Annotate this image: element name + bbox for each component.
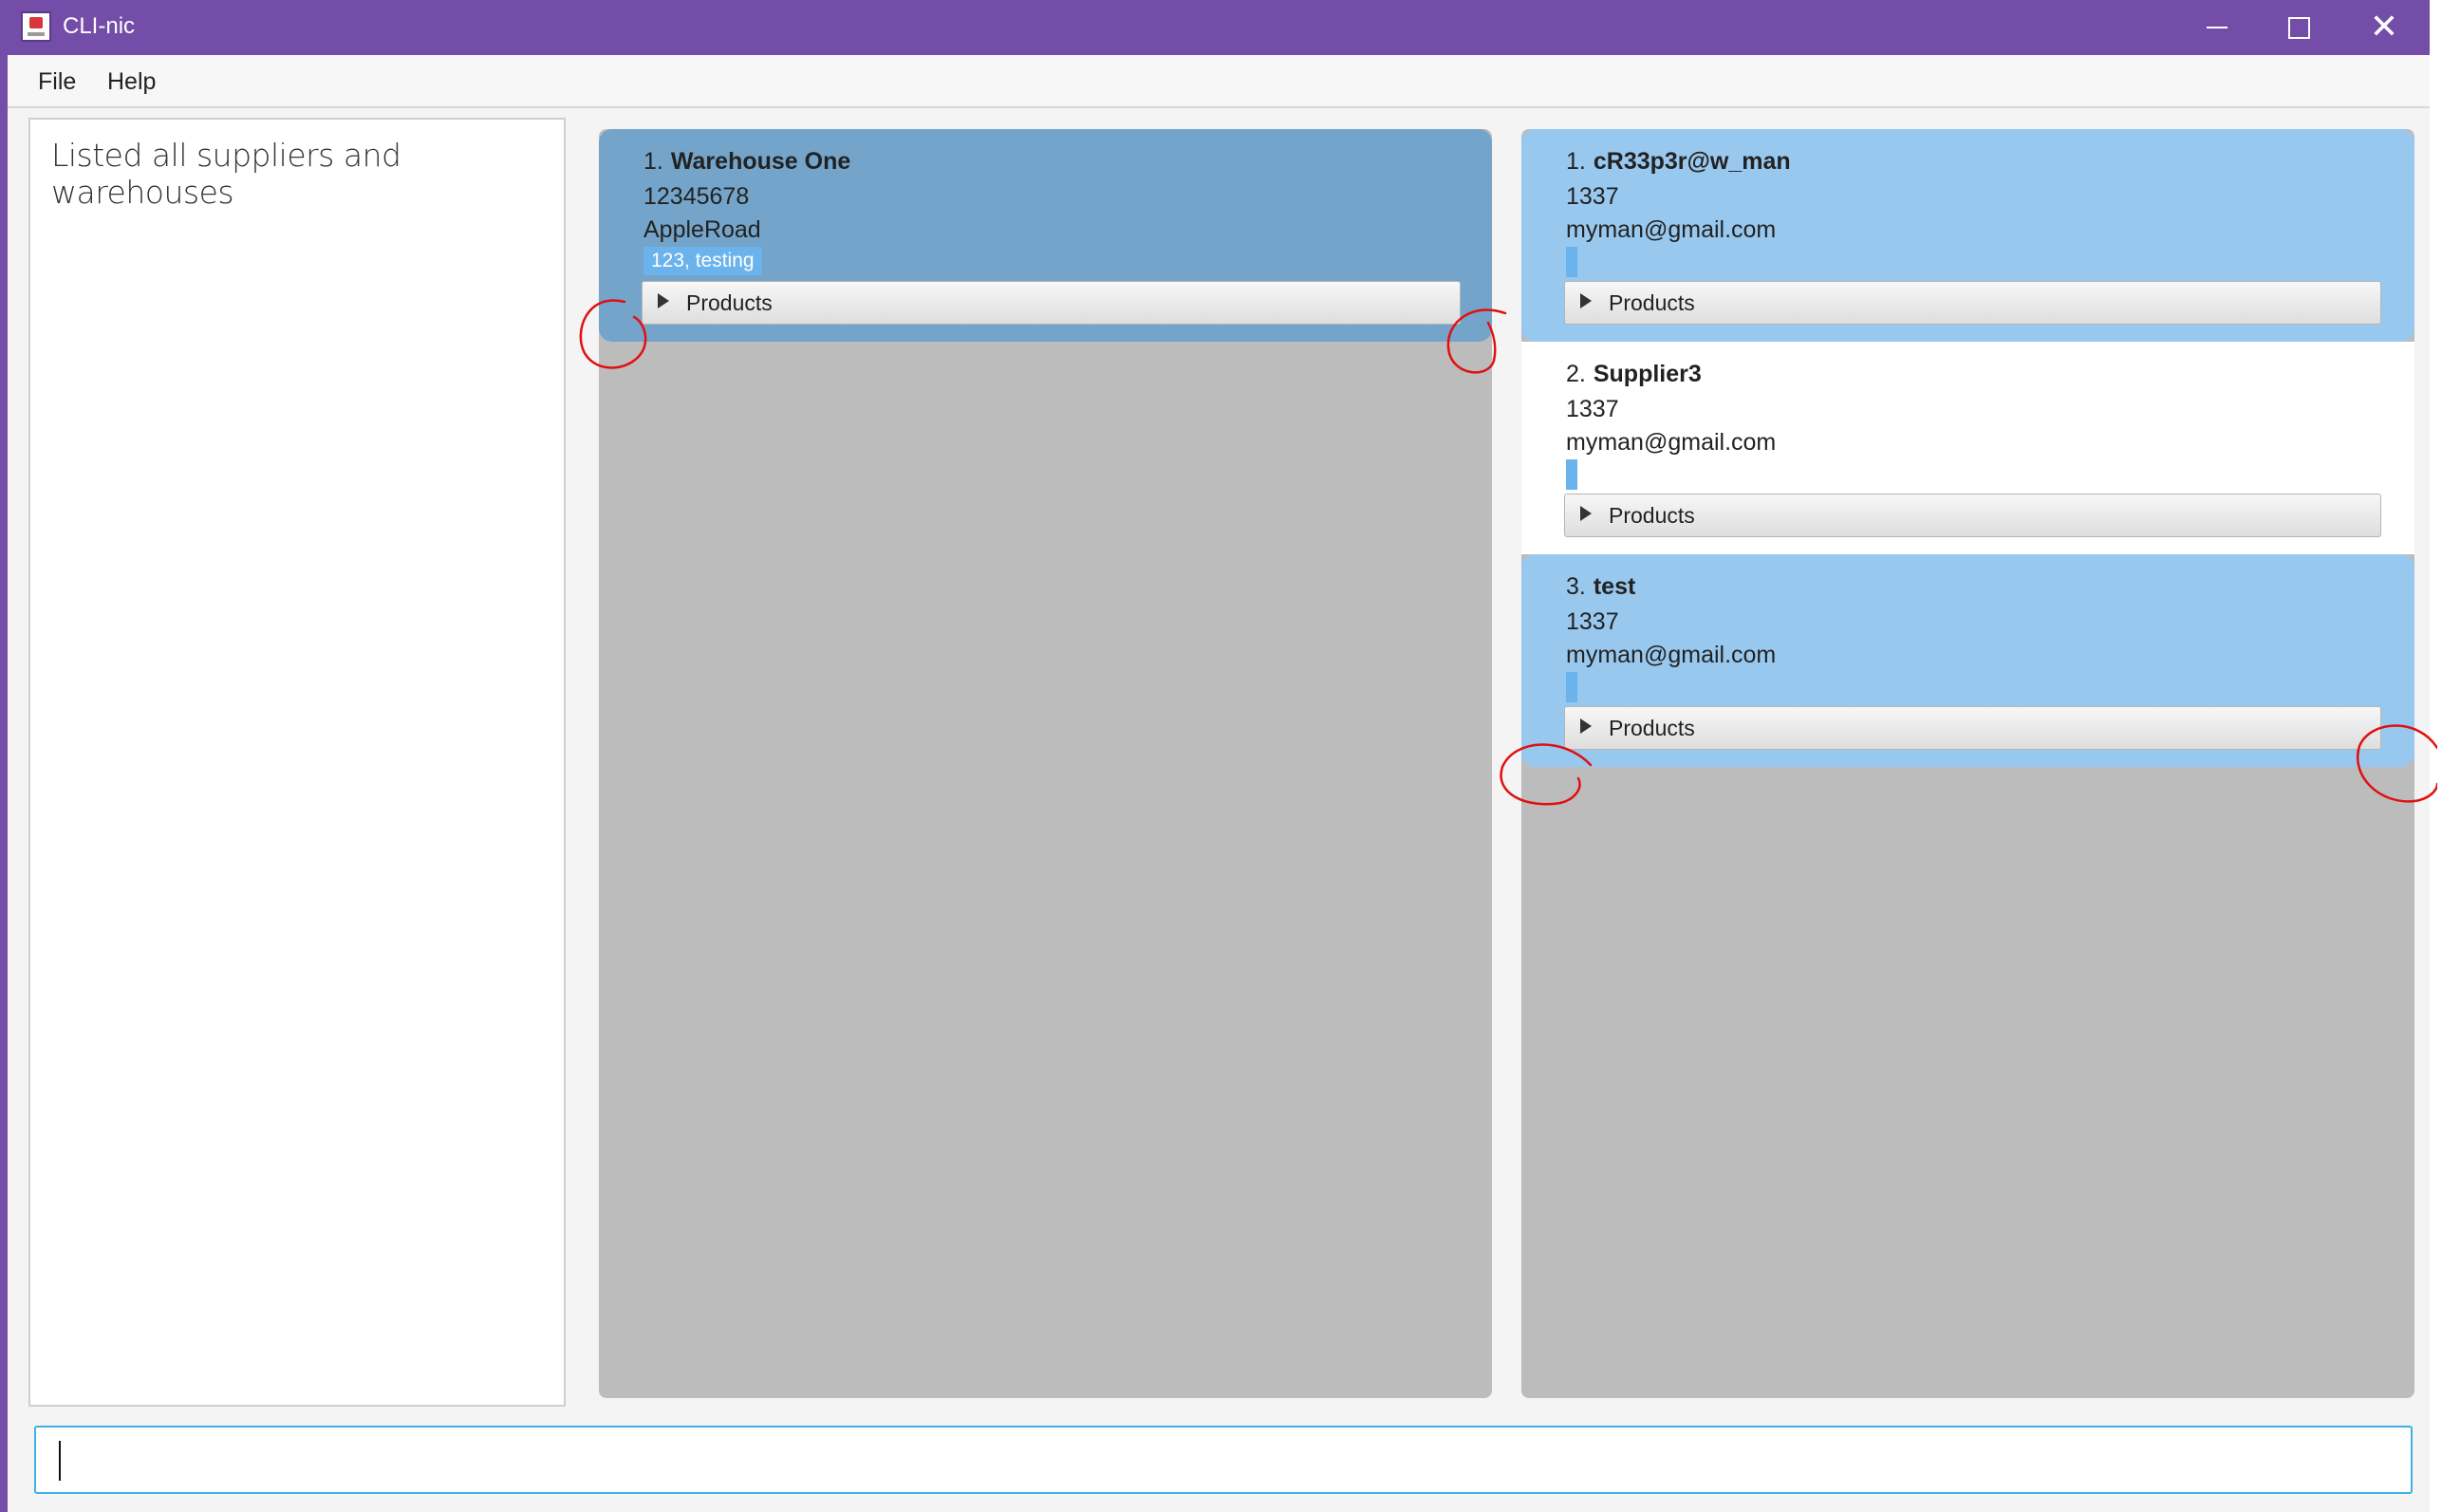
result-display: Listed all suppliers and warehouses [28, 118, 566, 1407]
close-button[interactable]: ✕ [2340, 0, 2428, 55]
supplier-products-toggle[interactable]: Products [1564, 494, 2381, 537]
expand-arrow-icon [1580, 293, 1592, 308]
supplier-email: myman@gmail.com [1566, 216, 1777, 243]
supplier-remark-tag [1566, 459, 1577, 490]
text-caret [59, 1441, 61, 1481]
supplier-products-toggle[interactable]: Products [1564, 706, 2381, 750]
result-message: Listed all suppliers and warehouses [51, 137, 401, 211]
products-label: Products [1609, 503, 1695, 528]
expand-arrow-icon [658, 293, 669, 308]
supplier-products-toggle[interactable]: Products [1564, 281, 2381, 325]
supplier-name: test [1593, 573, 1636, 600]
supplier-remark-tag [1566, 247, 1577, 277]
close-icon: ✕ [2369, 8, 2399, 47]
maximize-icon [2287, 16, 2310, 39]
maximize-button[interactable] [2255, 0, 2342, 55]
warehouse-list[interactable]: 1. Warehouse One 12345678 AppleRoad 123, … [599, 129, 1492, 1398]
supplier-title: 1. cR33p3r@w_man [1566, 148, 1791, 176]
menu-file[interactable]: File [38, 68, 76, 96]
supplier-remark-tag [1566, 672, 1577, 702]
supplier-title: 2. Supplier3 [1566, 361, 1702, 388]
warehouse-name: Warehouse One [670, 148, 851, 175]
supplier-email: myman@gmail.com [1566, 642, 1777, 668]
title-bar[interactable]: CLI-nic ✕ [8, 0, 2430, 55]
products-label: Products [1609, 716, 1695, 740]
supplier-email: myman@gmail.com [1566, 429, 1777, 456]
supplier-name: cR33p3r@w_man [1593, 148, 1791, 175]
expand-arrow-icon [1580, 506, 1592, 521]
expand-arrow-icon [1580, 719, 1592, 734]
warehouse-phone: 12345678 [643, 183, 750, 210]
supplier-card[interactable]: 2. Supplier3 1337 myman@gmail.com Product… [1521, 342, 2414, 554]
minimize-button[interactable] [2173, 0, 2261, 55]
window-title: CLI-nic [63, 13, 136, 39]
supplier-title: 3. test [1566, 573, 1635, 601]
supplier-index: 2. [1566, 361, 1586, 387]
supplier-index: 3. [1566, 573, 1586, 600]
supplier-phone: 1337 [1566, 396, 1619, 422]
products-label: Products [686, 290, 773, 315]
supplier-phone: 1337 [1566, 608, 1619, 635]
app-logo-icon [21, 11, 51, 42]
warehouse-products-toggle[interactable]: Products [642, 281, 1461, 325]
supplier-card[interactable]: 3. test 1337 myman@gmail.com Products [1521, 554, 2414, 767]
command-input[interactable] [34, 1426, 2413, 1494]
app-window: CLI-nic ✕ File Help Listed all suppliers… [0, 0, 2437, 1512]
warehouse-card[interactable]: 1. Warehouse One 12345678 AppleRoad 123, … [599, 129, 1492, 342]
supplier-card[interactable]: 1. cR33p3r@w_man 1337 myman@gmail.com Pro… [1521, 129, 2414, 342]
warehouse-address: AppleRoad [643, 216, 761, 243]
products-label: Products [1609, 290, 1695, 315]
supplier-phone: 1337 [1566, 183, 1619, 210]
warehouse-remark-tag: 123, testing [643, 247, 762, 275]
menu-help[interactable]: Help [107, 68, 156, 96]
supplier-name: Supplier3 [1593, 361, 1702, 387]
warehouse-title: 1. Warehouse One [643, 148, 850, 176]
minimize-icon [2207, 27, 2228, 28]
warehouse-index: 1. [643, 148, 663, 175]
supplier-index: 1. [1566, 148, 1586, 175]
supplier-list[interactable]: 1. cR33p3r@w_man 1337 myman@gmail.com Pro… [1521, 129, 2414, 1398]
menu-bar: File Help [8, 55, 2430, 108]
